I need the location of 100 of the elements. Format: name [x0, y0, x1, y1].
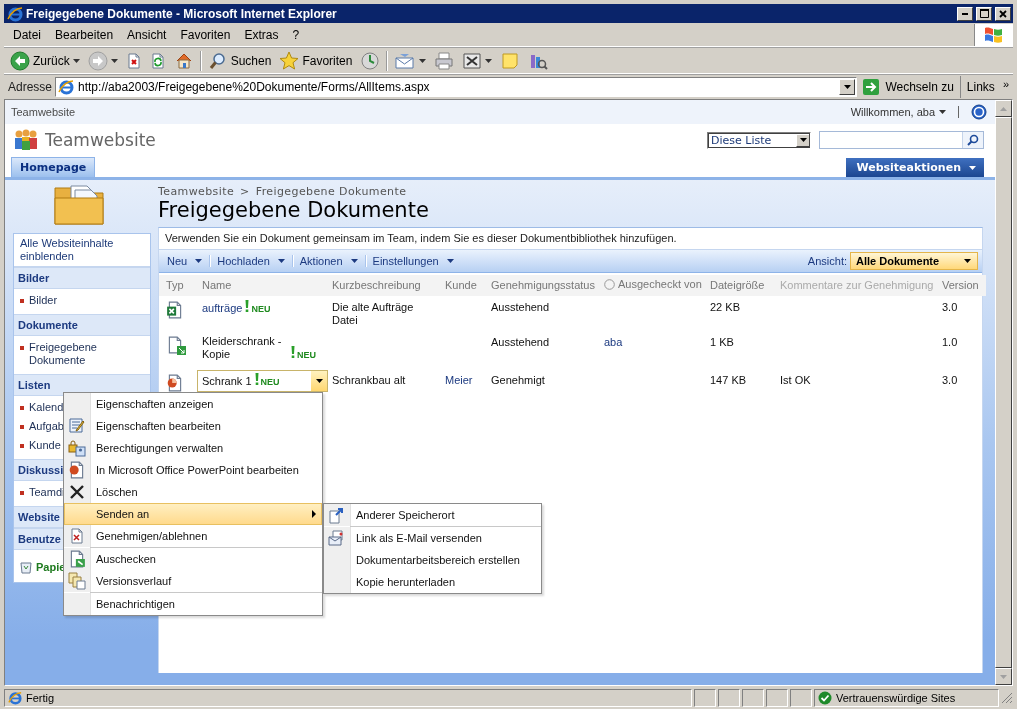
nav-link[interactable]: Aufgab	[29, 420, 64, 433]
checkout-doc-icon	[68, 550, 86, 568]
search-scope-dropdown[interactable]: Diese Liste	[707, 131, 811, 149]
user-link[interactable]: Meier	[445, 373, 473, 386]
menu-item[interactable]: Benachrichtigen	[64, 593, 322, 615]
table-cell: 3.0	[942, 373, 958, 386]
menu-item[interactable]: Bearbeiten	[48, 25, 121, 44]
menu-item[interactable]: Auschecken	[64, 548, 322, 570]
nav-heading[interactable]: Dokumente	[14, 314, 150, 336]
menu-item[interactable]: Kopie herunterladen	[324, 571, 541, 593]
view-dropdown[interactable]: Alle Dokumente	[850, 252, 978, 270]
menu-item[interactable]: Anderer Speicherort	[324, 504, 541, 526]
scrollbar[interactable]	[995, 100, 1012, 685]
name-field[interactable]: aufträge NEU	[197, 296, 328, 319]
address-field[interactable]: http://aba2003/Freigegebene%20Dokumente/Forms/AllItems.aspx	[55, 77, 858, 97]
table-cell: 22 KB	[710, 300, 740, 313]
table-cell: Genehmigt	[491, 373, 545, 386]
status-pane	[766, 689, 788, 707]
browser-icon	[7, 5, 23, 22]
document-link[interactable]: Schrank 1	[202, 374, 252, 388]
menu-item[interactable]: Versionsverlauf	[64, 570, 322, 592]
exclamation-icon	[254, 372, 259, 385]
new-label: NEU	[251, 302, 271, 316]
nav-link[interactable]: Freigegebene Dokumente	[29, 341, 146, 367]
up-arrow-icon	[1000, 106, 1007, 111]
toolbar-menu[interactable]: Hochladen	[210, 255, 293, 267]
page-title: Freigegebene Dokumente	[158, 198, 430, 222]
toolbar-menu[interactable]: Aktionen	[292, 255, 366, 267]
address-label: Adresse	[8, 80, 53, 94]
nav-link[interactable]: Kalend	[29, 401, 64, 414]
favorites-button[interactable]: Favoriten	[275, 49, 357, 72]
menu-item[interactable]: In Microsoft Office PowerPoint bearbeiten	[64, 459, 322, 481]
status-pane	[790, 689, 812, 707]
toolbar-menu[interactable]: Einstellungen	[365, 255, 462, 267]
document-link[interactable]: aufträge	[202, 301, 243, 315]
status-pane	[694, 689, 716, 707]
column-header: Kommentare zur Genehmigung	[780, 278, 934, 291]
search-button[interactable]: Suchen	[203, 49, 276, 72]
table-cell: 147 KB	[710, 373, 747, 386]
nav-heading[interactable]: Bilder	[14, 267, 150, 289]
security-zone: Vertrauenswürdige Sites	[836, 692, 956, 704]
table-cell: Ausstehend	[491, 300, 550, 313]
more-button[interactable]: »	[1002, 78, 1009, 90]
menu-item[interactable]: ?	[285, 25, 307, 44]
people-logo-icon	[13, 128, 39, 152]
nav-link[interactable]: Kunde	[29, 439, 61, 452]
document-link[interactable]: Kleiderschrank - Kopie	[202, 334, 288, 361]
nav-tab[interactable]: Homepage	[11, 157, 96, 177]
name-field[interactable]: Kleiderschrank - Kopie NEU	[197, 331, 328, 365]
lock-users-icon	[68, 439, 86, 457]
bullet-icon	[20, 299, 24, 303]
table-cell: Ist OK	[780, 373, 811, 386]
scroll-down-button[interactable]	[995, 668, 1012, 685]
caret-icon	[969, 165, 976, 170]
maximize-button[interactable]	[976, 6, 992, 21]
approval-doc-icon	[69, 527, 85, 545]
breadcrumb-link[interactable]: Freigegebene Dokumente	[255, 185, 407, 198]
page-icon	[58, 79, 75, 95]
nav-link[interactable]: Bilder	[29, 294, 58, 307]
site-actions-menu[interactable]: Websiteaktionen	[846, 158, 984, 177]
menu-item[interactable]: Senden an	[64, 503, 322, 525]
toolbar-menu[interactable]: Neu	[161, 255, 211, 267]
breadcrumb-link[interactable]: Teamwebsite	[158, 185, 235, 198]
site-link[interactable]: Teamwebsite	[11, 106, 845, 118]
bullet-icon	[20, 444, 24, 448]
menu-item[interactable]: Link als E-Mail versenden	[324, 527, 541, 549]
check-icon	[818, 691, 832, 705]
caret-icon	[939, 110, 946, 114]
name-field[interactable]: Schrank 1 NEU	[197, 369, 328, 392]
stop-icon	[125, 51, 142, 70]
close-button[interactable]	[995, 6, 1011, 21]
menu-item[interactable]: Datei	[6, 25, 48, 44]
mail-doc-icon	[328, 529, 346, 547]
site-title[interactable]: Teamwebsite	[45, 130, 707, 150]
menu-item[interactable]: Extras	[237, 25, 286, 44]
search-button[interactable]	[962, 132, 983, 148]
star-icon	[279, 50, 300, 71]
menu-item[interactable]: Favoriten	[173, 25, 238, 44]
menu-item[interactable]: Löschen	[64, 481, 322, 503]
minimize-button[interactable]	[957, 6, 973, 21]
links-button[interactable]: Links	[966, 80, 995, 94]
menu-item[interactable]: Eigenschaften bearbeiten	[64, 415, 322, 437]
user-link[interactable]: aba	[604, 335, 623, 348]
search-field[interactable]	[819, 131, 984, 149]
back-button[interactable]: Zurück	[6, 49, 84, 72]
menu-item[interactable]: Dokumentarbeitsbereich erstellen	[324, 549, 541, 571]
down-arrow-icon	[1000, 674, 1007, 679]
column-header[interactable]: Name	[202, 278, 232, 291]
scroll-up-button[interactable]	[995, 100, 1012, 117]
menu-item[interactable]: Berechtigungen verwalten	[64, 437, 322, 459]
item-menu-button[interactable]	[311, 370, 327, 391]
menu-item[interactable]: Eigenschaften anzeigen	[64, 393, 322, 415]
edit-icon	[462, 50, 483, 71]
bullet-icon	[20, 425, 24, 429]
welcome-menu[interactable]: Willkommen, aba	[850, 106, 946, 118]
checked-out-badge-icon	[177, 345, 186, 355]
go-button[interactable]: Wechseln zu	[860, 76, 961, 98]
dropdown-button[interactable]	[839, 79, 856, 95]
menu-item[interactable]: Ansicht	[120, 25, 174, 44]
menu-item[interactable]: Genehmigen/ablehnen	[64, 525, 322, 547]
